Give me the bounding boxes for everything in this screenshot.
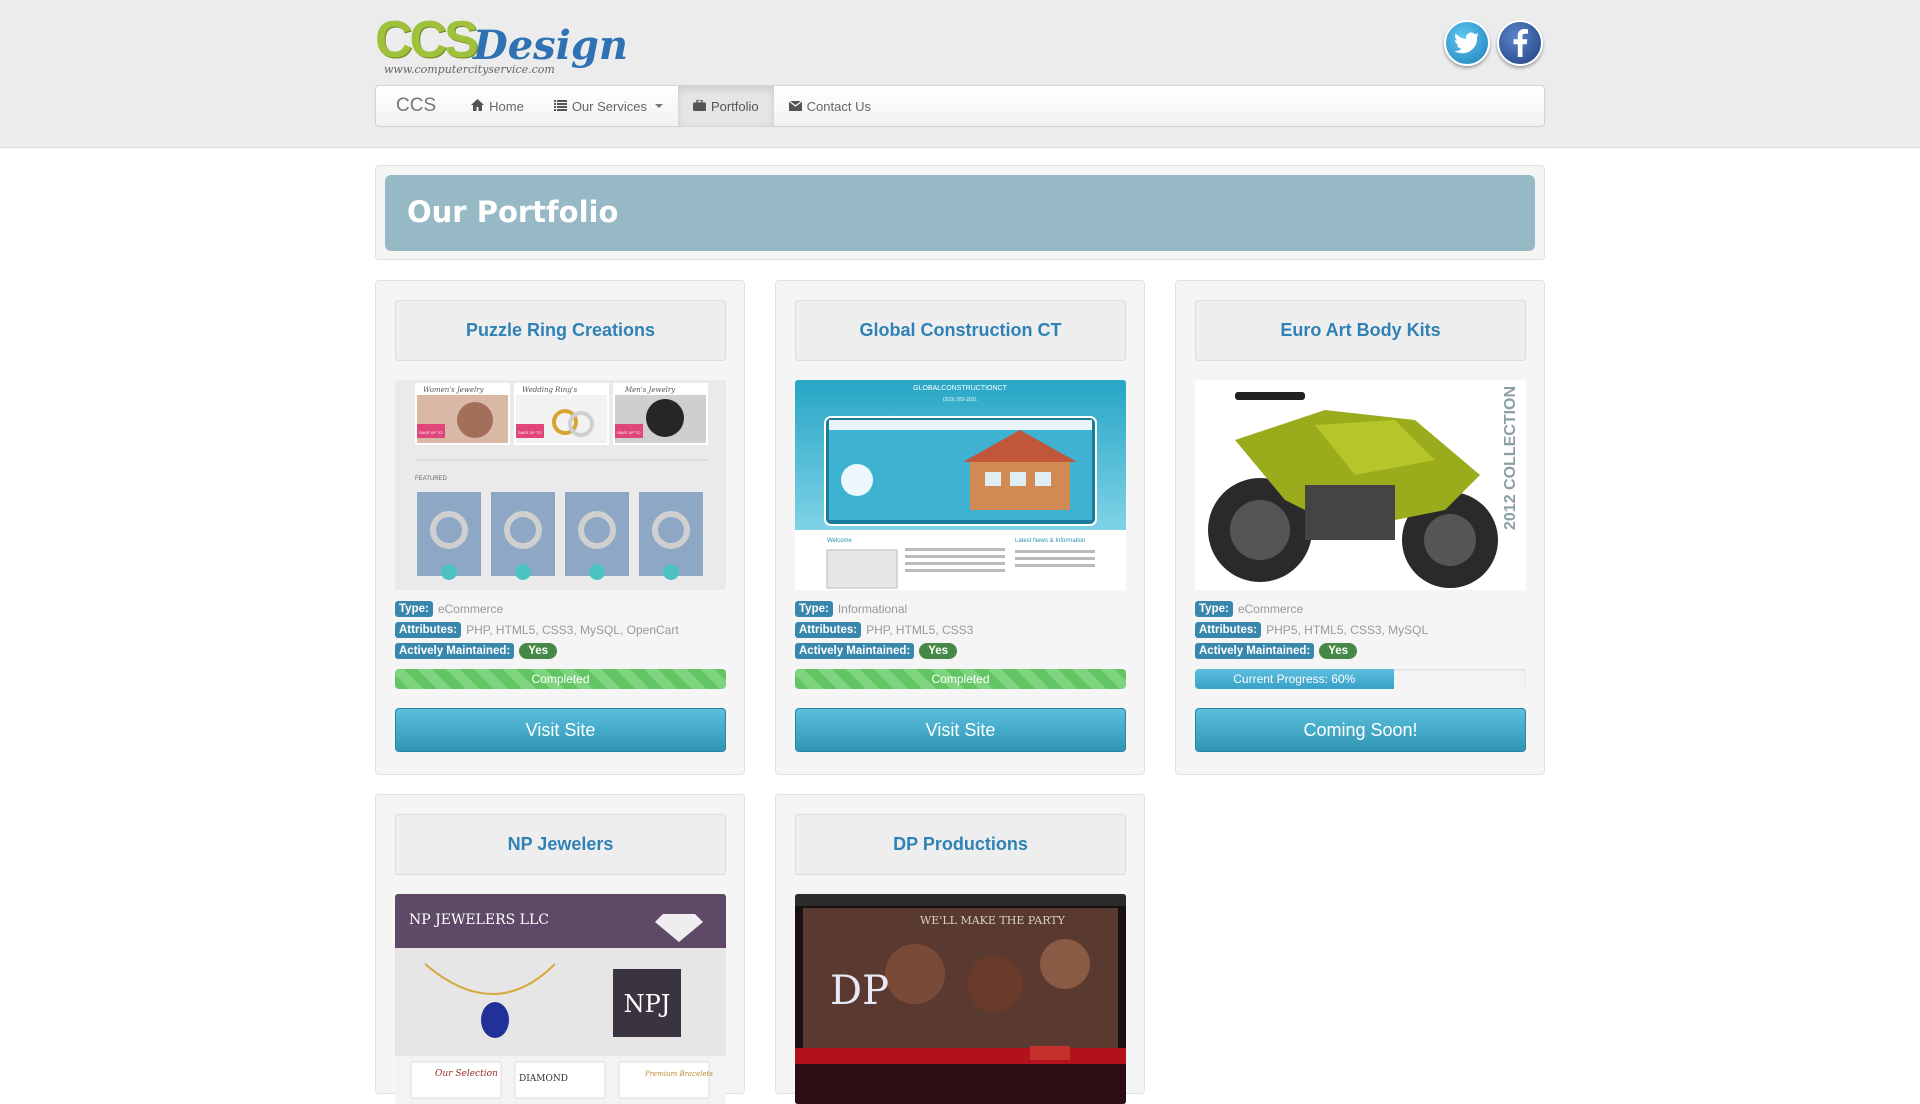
portfolio-card-puzzle-ring: Puzzle Ring Creations Women's Jewelry We… <box>375 280 745 775</box>
briefcase-icon <box>692 98 706 114</box>
thumb-featured: FEATURED <box>415 476 448 482</box>
portfolio-card-euro-art: Euro Art Body Kits 2012 COLLECTION Type:… <box>1175 280 1545 775</box>
status-badge: Yes <box>519 643 558 659</box>
meta-attributes: Attributes: PHP5, HTML5, CSS3, MySQL <box>1195 622 1428 638</box>
hero-banner: Our Portfolio <box>385 175 1535 251</box>
chevron-down-icon <box>654 104 663 108</box>
list-icon <box>553 99 567 114</box>
meta-maintained: Actively Maintained: Yes <box>795 643 958 659</box>
maintained-label: Actively Maintained: <box>795 643 915 659</box>
type-value: Informational <box>837 602 908 616</box>
facebook-icon[interactable] <box>1497 20 1543 66</box>
attributes-label: Attributes: <box>395 622 462 638</box>
meta-maintained: Actively Maintained: Yes <box>395 643 558 659</box>
progress-fill: Completed <box>795 669 1126 689</box>
type-label: Type: <box>395 601 433 617</box>
meta-maintained: Actively Maintained: Yes <box>1195 643 1358 659</box>
thumb-euro-collection: 2012 COLLECTION <box>1502 386 1519 530</box>
thumb-dp-tagline: WE'LL MAKE THE PARTY <box>920 914 1066 927</box>
thumb-cat-men: Men's Jewelry <box>624 386 676 394</box>
portfolio-card-global-construction: Global Construction CT GLOBALCONSTRUCTIO… <box>775 280 1145 775</box>
progress-fill: Current Progress: 60% <box>1195 669 1394 689</box>
logo-design-text: Design <box>473 22 628 69</box>
meta-attributes: Attributes: PHP, HTML5, CSS3 <box>795 622 973 638</box>
visit-site-button[interactable]: Visit Site <box>395 708 726 752</box>
portfolio-card-dp-productions: DP Productions WE'LL MAKE THE PARTY DP <box>775 794 1145 1104</box>
attributes-value: PHP5, HTML5, CSS3, MySQL <box>1266 623 1429 637</box>
thumb-cat-wedding: Wedding Ring's <box>522 386 578 394</box>
logo-url-text: www.computercityservice.com <box>384 63 555 76</box>
status-badge: Yes <box>919 643 958 659</box>
main-navbar: CCS Home Our Services Portfolio Contact … <box>375 85 1545 127</box>
maintained-label: Actively Maintained: <box>395 643 515 659</box>
thumb-promo-3: SAVE UP TO <box>617 430 641 435</box>
nav-portfolio-label: Portfolio <box>710 98 759 114</box>
card-title: Global Construction CT <box>795 300 1126 361</box>
attributes-value: PHP, HTML5, CSS3 <box>866 623 974 637</box>
attributes-value: PHP, HTML5, CSS3, MySQL, OpenCart <box>466 623 679 637</box>
attributes-label: Attributes: <box>1195 622 1262 638</box>
nav-portfolio[interactable]: Portfolio <box>677 86 774 126</box>
project-screenshot: 2012 COLLECTION <box>1195 380 1526 590</box>
envelope-icon <box>788 99 803 114</box>
page-title: Our Portfolio <box>407 195 619 229</box>
home-icon <box>471 98 485 114</box>
thumb-np-mono: NPJ <box>624 990 671 1018</box>
progress-bar: Current Progress: 60% <box>1195 669 1526 689</box>
type-value: eCommerce <box>1237 602 1304 616</box>
progress-fill: Completed <box>395 669 726 689</box>
card-title: NP Jewelers <box>395 814 726 875</box>
card-title: Euro Art Body Kits <box>1195 300 1526 361</box>
progress-bar: Completed <box>395 669 726 689</box>
nav-contact-us[interactable]: Contact Us <box>774 86 886 126</box>
thumb-np-tile1: Our Selection <box>435 1069 498 1079</box>
thumb-global-welcome: Welcome <box>827 538 853 544</box>
coming-soon-button[interactable]: Coming Soon! <box>1195 708 1526 752</box>
card-title: Puzzle Ring Creations <box>395 300 726 361</box>
nav-contact-us-label: Contact Us <box>806 98 871 114</box>
portfolio-hero: Our Portfolio <box>375 165 1545 260</box>
progress-bar: Completed <box>795 669 1126 689</box>
project-screenshot: WE'LL MAKE THE PARTY DP <box>795 894 1126 1104</box>
nav-our-services[interactable]: Our Services <box>539 86 678 126</box>
type-label: Type: <box>1195 601 1233 617</box>
thumb-cat-women: Women's Jewelry <box>423 386 485 394</box>
thumb-global-phone: (203) 203-2031 <box>943 397 977 403</box>
nav-home[interactable]: Home <box>456 86 539 126</box>
meta-attributes: Attributes: PHP, HTML5, CSS3, MySQL, Open… <box>395 622 679 638</box>
thumb-global-news: Latest News & Information <box>1015 538 1085 544</box>
project-screenshot: GLOBALCONSTRUCTIONCT (203) 203-2031 Welc… <box>795 380 1126 590</box>
project-screenshot: NP JEWELERS LLC NPJ Our Selection DIAMON… <box>395 894 726 1104</box>
meta-type: Type: eCommerce <box>395 601 503 617</box>
thumb-dp-mono: DP <box>830 968 889 1014</box>
meta-type: Type: Informational <box>795 601 907 617</box>
type-value: eCommerce <box>437 602 504 616</box>
twitter-icon[interactable] <box>1444 20 1490 66</box>
maintained-label: Actively Maintained: <box>1195 643 1315 659</box>
thumb-np-tile3: Premium Bracelets <box>644 1070 713 1078</box>
navbar-brand[interactable]: CCS <box>376 95 456 117</box>
thumb-np-tile2: DIAMOND <box>519 1074 568 1084</box>
type-label: Type: <box>795 601 833 617</box>
meta-type: Type: eCommerce <box>1195 601 1303 617</box>
status-badge: Yes <box>1319 643 1358 659</box>
thumb-np-brand: NP JEWELERS LLC <box>409 912 549 928</box>
visit-site-button[interactable]: Visit Site <box>795 708 1126 752</box>
attributes-label: Attributes: <box>795 622 862 638</box>
portfolio-card-np-jewelers: NP Jewelers NP JEWELERS LLC NPJ Our Sele… <box>375 794 745 1104</box>
thumb-promo-2: SAVE UP TO <box>518 430 542 435</box>
project-screenshot: Women's Jewelry Wedding Ring's Men's Jew… <box>395 380 726 590</box>
thumb-promo-1: SAVE UP TO <box>419 430 443 435</box>
logo-ccs-text: CCS <box>375 11 479 69</box>
site-logo[interactable]: CCS Design www.computercityservice.com <box>375 8 628 78</box>
card-title: DP Productions <box>795 814 1126 875</box>
nav-home-label: Home <box>489 98 524 114</box>
thumb-global-brand: GLOBALCONSTRUCTIONCT <box>913 385 1007 392</box>
nav-our-services-label: Our Services <box>571 98 647 114</box>
